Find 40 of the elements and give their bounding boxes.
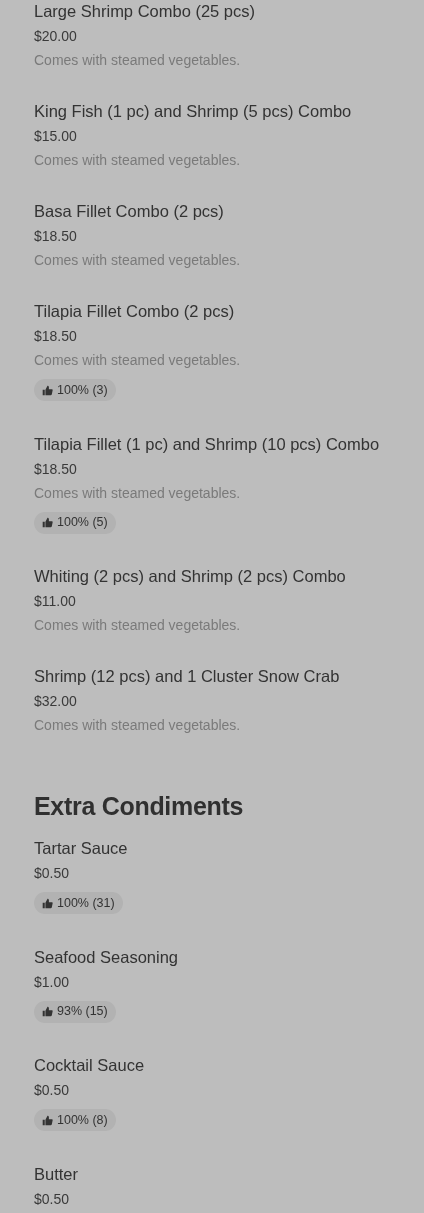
thumbs-up-icon [42,517,53,528]
rating-badge: 100% (3) [34,379,116,401]
thumbs-up-icon [42,384,53,396]
item-name: Tilapia Fillet Combo (2 pcs) [34,301,236,322]
item-name: Cocktail Sauce [34,1055,146,1076]
item-description: Comes with steamed vegetables. [34,51,242,70]
item-description: Comes with steamed vegetables. [34,251,242,270]
item-name: Butter [34,1163,80,1185]
item-name: Tilapia Fillet (1 pc) and Shrimp (10 pcs) Combo [34,433,381,455]
item-price: $0.50 [34,864,71,883]
item-price: $32.00 [34,692,78,711]
item-name: Large Shrimp Combo (25 pcs) [34,1,256,22]
item-price: $15.00 [34,127,78,146]
item-description: Comes with steamed vegetables. [34,151,242,170]
item-description: Comes with steamed vegetables. [34,616,242,635]
item-description: Comes with steamed vegetables. [34,351,242,370]
item-description: Comes with steamed vegetables. [34,483,242,503]
thumbs-up-icon [42,897,53,909]
rating-badge: 100% (31) [34,892,123,914]
item-name: Whiting (2 pcs) and Shrimp (2 pcs) Combo [34,566,347,587]
item-price: $11.00 [34,592,77,611]
item-price: $0.50 [34,1081,71,1100]
rating-badge: 100% (8) [34,1109,116,1131]
rating-badge: 100% (5) [34,511,116,534]
thumbs-up-icon [42,1114,53,1126]
rating-badge: 93% (15) [34,1000,116,1023]
thumbs-up-icon [42,1006,53,1017]
item-name: Basa Fillet Combo (2 pcs) [34,201,225,222]
item-price: $18.50 [34,227,78,246]
item-name: Shrimp (12 pcs) and 1 Cluster Snow Crab [34,666,341,687]
item-name: Seafood Seasoning [34,946,180,968]
item-price: $20.00 [34,27,78,46]
item-description: Comes with steamed vegetables. [34,716,242,735]
item-name: King Fish (1 pc) and Shrimp (5 pcs) Combo [34,101,353,122]
section-heading: Extra Condiments [34,791,245,822]
item-price: $1.00 [34,972,71,992]
item-price: $18.50 [34,459,78,479]
item-price: $0.50 [34,1189,71,1209]
item-price: $18.50 [34,327,78,346]
item-name: Tartar Sauce [34,838,129,859]
